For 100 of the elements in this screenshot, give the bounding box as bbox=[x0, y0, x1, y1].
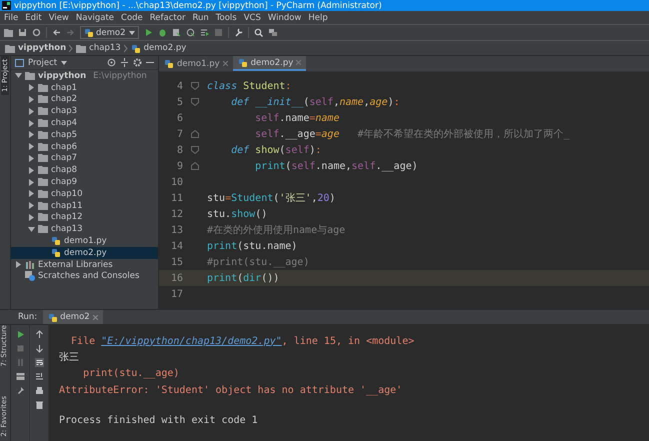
tree-row[interactable]: chap2 bbox=[11, 94, 158, 106]
back-arrow-icon[interactable] bbox=[52, 28, 61, 37]
code-line: class Student: bbox=[207, 80, 292, 92]
menu-item[interactable]: Refactor bbox=[150, 12, 186, 22]
tree-row[interactable]: chap7 bbox=[11, 152, 158, 164]
tree-row[interactable]: chap5 bbox=[11, 128, 158, 141]
menu-item[interactable]: Edit bbox=[25, 12, 42, 22]
tree-row[interactable]: chap9 bbox=[11, 176, 158, 188]
tree-row[interactable]: chap13 bbox=[11, 223, 158, 236]
run-icon[interactable] bbox=[16, 330, 24, 339]
tree-row[interactable]: chap3 bbox=[11, 105, 158, 118]
menu-item[interactable]: Tools bbox=[216, 12, 237, 22]
tree-row[interactable]: demo2.py bbox=[11, 246, 158, 259]
soft-wrap-icon[interactable] bbox=[34, 358, 44, 367]
collapsed-arrow-icon[interactable] bbox=[28, 202, 35, 210]
tree-label: chap2 bbox=[51, 94, 78, 104]
tree-row[interactable]: chap10 bbox=[11, 188, 158, 200]
collapsed-arrow-icon[interactable] bbox=[28, 96, 35, 103]
tree-row[interactable]: vippython E:\vippython bbox=[11, 70, 158, 82]
panel-icon bbox=[15, 58, 24, 66]
run-icon[interactable] bbox=[144, 28, 153, 37]
editor-tab[interactable]: demo2.py bbox=[232, 56, 306, 71]
menu-item[interactable]: View bbox=[48, 12, 69, 22]
sync-icon[interactable] bbox=[32, 28, 41, 37]
expanded-arrow-icon[interactable] bbox=[28, 226, 35, 233]
tree-row[interactable]: chap4 bbox=[11, 117, 158, 129]
scroll-to-end-icon[interactable] bbox=[34, 372, 44, 381]
tree-row[interactable]: chap6 bbox=[11, 140, 158, 153]
breadcrumb-item[interactable]: vippython bbox=[18, 43, 66, 53]
menu-item[interactable]: Code bbox=[121, 12, 143, 22]
python-icon bbox=[48, 312, 58, 322]
tree-row[interactable]: chap8 bbox=[11, 164, 158, 176]
editor-tab[interactable]: demo1.py bbox=[159, 56, 233, 71]
tree-row[interactable]: demo1.py bbox=[11, 235, 158, 247]
windows-icon[interactable] bbox=[268, 28, 277, 37]
tree-row[interactable]: External Libraries bbox=[11, 258, 158, 271]
tree-label: demo2.py bbox=[64, 248, 107, 258]
project-view-dropdown[interactable]: Project bbox=[28, 58, 58, 68]
run-tab[interactable]: demo2 bbox=[43, 310, 103, 324]
open-folder-icon[interactable] bbox=[4, 28, 13, 37]
python-file-icon bbox=[51, 236, 61, 246]
run-config-dropdown[interactable]: demo2 bbox=[80, 26, 139, 39]
collapsed-arrow-icon[interactable] bbox=[28, 143, 35, 150]
fold-marker-icon[interactable] bbox=[191, 162, 199, 170]
bug-icon[interactable] bbox=[158, 28, 167, 37]
breadcrumb-item[interactable]: demo2.py bbox=[144, 43, 186, 53]
tree-label: chap5 bbox=[51, 130, 78, 140]
python-file-icon bbox=[164, 58, 174, 68]
search-icon[interactable] bbox=[254, 28, 263, 37]
pin-icon[interactable] bbox=[16, 386, 24, 395]
tree-row[interactable]: chap11 bbox=[11, 200, 158, 212]
fold-marker-icon[interactable] bbox=[191, 98, 199, 106]
collapsed-arrow-icon[interactable] bbox=[28, 190, 35, 198]
fold-marker-icon[interactable] bbox=[191, 130, 199, 138]
fold-marker-icon[interactable] bbox=[191, 82, 199, 90]
print-icon[interactable] bbox=[34, 386, 44, 395]
menu-item[interactable]: File bbox=[4, 12, 18, 22]
tree-row[interactable]: chap1 bbox=[11, 82, 158, 94]
tree-label: chap11 bbox=[51, 200, 82, 211]
collapsed-arrow-icon[interactable] bbox=[28, 178, 35, 186]
expanded-arrow-icon[interactable] bbox=[15, 72, 22, 80]
collapsed-arrow-icon[interactable] bbox=[28, 131, 35, 138]
collapse-icon[interactable] bbox=[120, 58, 129, 67]
breadcrumb-item[interactable]: chap13 bbox=[89, 43, 121, 53]
menu-item[interactable]: VCS bbox=[244, 12, 261, 22]
code-line: print(stu.name) bbox=[207, 240, 298, 252]
collapsed-arrow-icon[interactable] bbox=[15, 261, 22, 268]
collapsed-arrow-icon[interactable] bbox=[28, 108, 35, 115]
down-arrow-icon[interactable] bbox=[34, 344, 44, 353]
menu-item[interactable]: Window bbox=[268, 12, 302, 22]
line-number: 7 bbox=[176, 128, 183, 140]
collapsed-arrow-icon[interactable] bbox=[28, 214, 35, 221]
folder-icon bbox=[38, 118, 48, 128]
gear-icon[interactable] bbox=[133, 58, 142, 67]
line-number: 13 bbox=[170, 224, 183, 236]
layout-icon[interactable] bbox=[16, 372, 24, 381]
up-arrow-icon[interactable] bbox=[34, 330, 44, 339]
save-icon[interactable] bbox=[18, 28, 27, 37]
file-link[interactable]: "E:/vippython/chap13/demo2.py" bbox=[101, 336, 282, 347]
target-icon[interactable] bbox=[107, 58, 116, 67]
menu-item[interactable]: Help bbox=[308, 12, 328, 22]
collapsed-arrow-icon[interactable] bbox=[28, 120, 35, 127]
collapsed-arrow-icon[interactable] bbox=[28, 84, 35, 92]
wrench-icon[interactable] bbox=[234, 28, 243, 37]
python-file-icon bbox=[51, 248, 61, 258]
tree-row[interactable]: chap12 bbox=[11, 212, 158, 224]
folder-icon bbox=[38, 94, 48, 104]
collapsed-arrow-icon[interactable] bbox=[28, 166, 35, 174]
project-path: E:\vippython bbox=[93, 70, 147, 81]
code-line: self.name=name bbox=[254, 112, 340, 124]
menu-item[interactable]: Run bbox=[192, 12, 209, 22]
fold-marker-icon[interactable] bbox=[191, 146, 199, 154]
collapsed-arrow-icon[interactable] bbox=[28, 154, 35, 162]
line-number: 9 bbox=[176, 160, 183, 172]
trash-icon[interactable] bbox=[34, 400, 44, 409]
console-line: File "E:/vippython/chap13/demo2.py", line 15, in <module> bbox=[70, 334, 416, 349]
menu-item[interactable]: Navigate bbox=[76, 12, 114, 22]
close-icon[interactable] bbox=[222, 60, 228, 66]
tree-row[interactable]: Scratches and Consoles bbox=[11, 270, 158, 282]
folder-icon bbox=[38, 212, 48, 222]
